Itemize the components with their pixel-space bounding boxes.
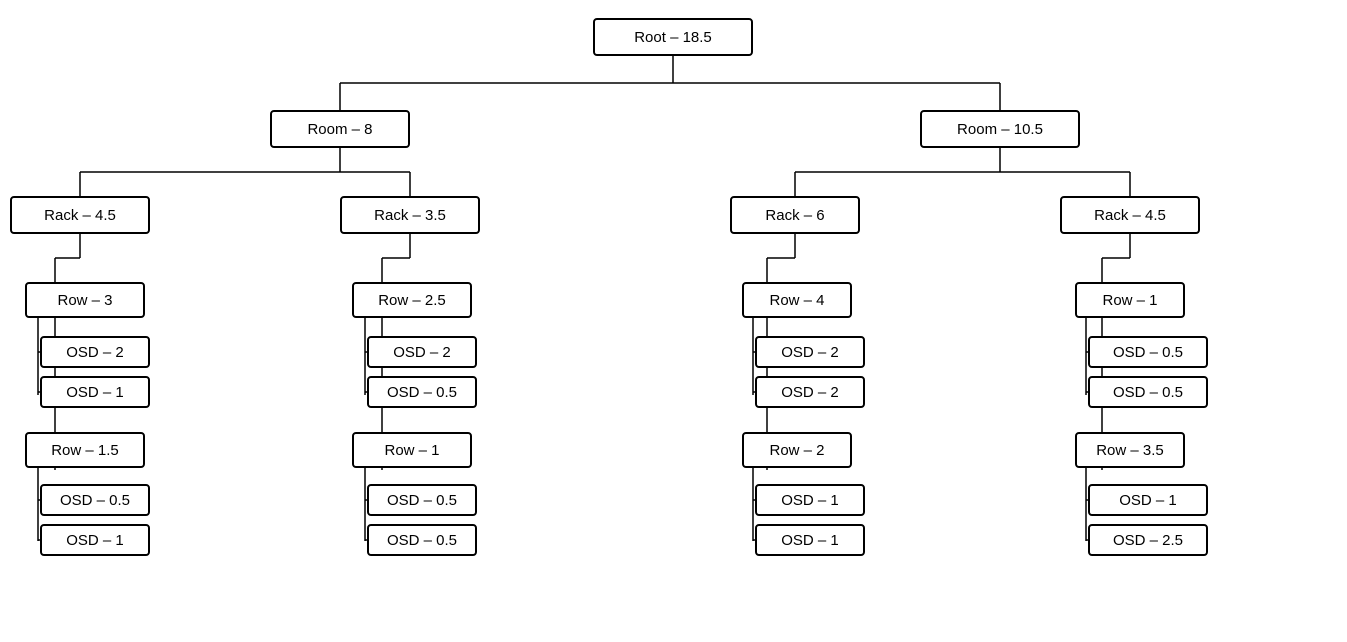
node-r2_osd4: OSD – 0.5 <box>367 524 477 556</box>
node-r4_osd3: OSD – 1 <box>1088 484 1208 516</box>
node-room1: Room – 8 <box>270 110 410 148</box>
node-r1_osd3: OSD – 0.5 <box>40 484 150 516</box>
node-room2: Room – 10.5 <box>920 110 1080 148</box>
node-r1_row1: Row – 3 <box>25 282 145 318</box>
node-rack4: Rack – 4.5 <box>1060 196 1200 234</box>
node-rack3: Rack – 6 <box>730 196 860 234</box>
node-r1_osd2: OSD – 1 <box>40 376 150 408</box>
node-r3_row2: Row – 2 <box>742 432 852 468</box>
node-r2_osd2: OSD – 0.5 <box>367 376 477 408</box>
node-r3_osd2: OSD – 2 <box>755 376 865 408</box>
node-r1_osd1: OSD – 2 <box>40 336 150 368</box>
node-r1_osd4: OSD – 1 <box>40 524 150 556</box>
node-r2_row1: Row – 2.5 <box>352 282 472 318</box>
node-r4_osd4: OSD – 2.5 <box>1088 524 1208 556</box>
node-r3_osd1: OSD – 2 <box>755 336 865 368</box>
node-root: Root – 18.5 <box>593 18 753 56</box>
node-r2_osd3: OSD – 0.5 <box>367 484 477 516</box>
node-r2_row2: Row – 1 <box>352 432 472 468</box>
node-r3_row1: Row – 4 <box>742 282 852 318</box>
tree-diagram: Root – 18.5 Room – 8 Room – 10.5 Rack – 4.5… <box>0 0 1347 642</box>
node-r4_row1: Row – 1 <box>1075 282 1185 318</box>
node-r3_osd4: OSD – 1 <box>755 524 865 556</box>
node-rack1: Rack – 4.5 <box>10 196 150 234</box>
node-r2_osd1: OSD – 2 <box>367 336 477 368</box>
node-r3_osd3: OSD – 1 <box>755 484 865 516</box>
node-r4_osd2: OSD – 0.5 <box>1088 376 1208 408</box>
node-rack2: Rack – 3.5 <box>340 196 480 234</box>
node-r4_osd1: OSD – 0.5 <box>1088 336 1208 368</box>
node-r1_row2: Row – 1.5 <box>25 432 145 468</box>
node-r4_row2: Row – 3.5 <box>1075 432 1185 468</box>
